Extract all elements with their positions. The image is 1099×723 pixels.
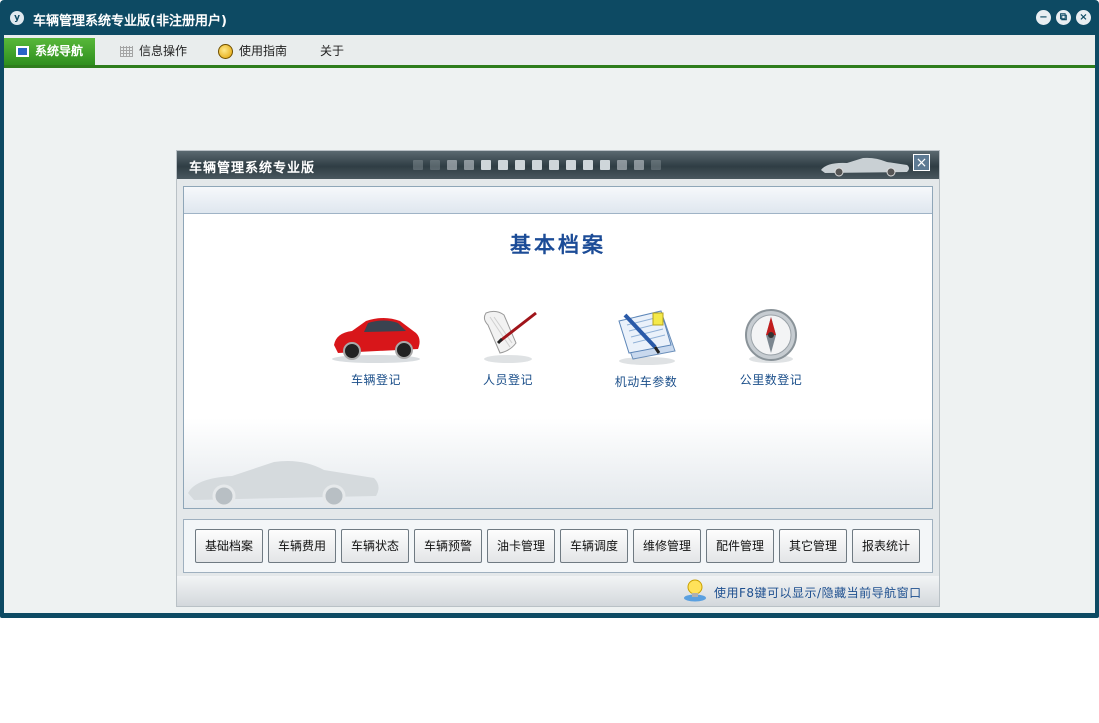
tab-maintenance[interactable]: 维修管理: [633, 529, 701, 563]
tab-reports[interactable]: 报表统计: [852, 529, 920, 563]
menu-item-label: 系统导航: [35, 44, 84, 58]
panel-header[interactable]: 车辆管理系统专业版 ×: [177, 151, 939, 179]
nav-icon-vehicle-parameters[interactable]: 机动车参数: [596, 307, 696, 390]
panel-status-bar: 使用F8键可以显示/隐藏当前导航窗口: [177, 576, 939, 606]
menu-item-user-guide[interactable]: 使用指南: [218, 38, 287, 65]
menu-item-label: 信息操作: [139, 44, 188, 58]
tab-vehicle-status[interactable]: 车辆状态: [341, 529, 409, 563]
category-tabs: 基础档案 车辆费用 车辆状态 车辆预警 油卡管理 车辆调度 维修管理 配件管理 …: [183, 519, 933, 573]
background-car-icon: [188, 461, 379, 508]
panel-title: 车辆管理系统专业版: [189, 161, 316, 176]
panel-close-button[interactable]: ×: [913, 154, 930, 171]
app-logo-icon: y: [10, 11, 24, 25]
compass-icon: [745, 309, 797, 363]
decorative-dots: [413, 160, 661, 170]
navigation-panel: 车辆管理系统专业版 × 基本档案 车辆登记 人员登记 机动车参数 公里数登记 基…: [176, 150, 940, 607]
scroll-pen-icon: [483, 310, 537, 363]
sports-car-icon: [821, 157, 909, 177]
red-car-icon: [332, 318, 420, 363]
content-header-strip: [184, 187, 932, 214]
section-heading: 基本档案: [510, 233, 606, 257]
window-title: 车辆管理系统专业版(非注册用户): [33, 14, 227, 29]
menu-item-info-ops[interactable]: 信息操作: [120, 38, 187, 65]
close-button[interactable]: ×: [1076, 10, 1091, 25]
tab-other[interactable]: 其它管理: [779, 529, 847, 563]
nav-icon-label: 机动车参数: [614, 375, 678, 389]
tab-dispatch[interactable]: 车辆调度: [560, 529, 628, 563]
guide-icon: [218, 44, 233, 59]
nav-icon-personnel-registration[interactable]: 人员登记: [458, 307, 558, 388]
nav-icon-label: 车辆登记: [350, 373, 401, 387]
content-area: 基本档案 车辆登记 人员登记 机动车参数 公里数登记: [183, 186, 933, 509]
document-pen-icon: [618, 310, 676, 365]
tab-basic-records[interactable]: 基础档案: [195, 529, 263, 563]
nav-icon-label: 人员登记: [482, 373, 533, 387]
nav-icon-mileage-registration[interactable]: 公里数登记: [721, 307, 821, 388]
menu-item-label: 关于: [320, 44, 345, 58]
tab-fuel-card[interactable]: 油卡管理: [487, 529, 555, 563]
window-controls: − ⧉ ×: [1036, 10, 1091, 25]
nav-icon-label: 公里数登记: [739, 373, 803, 387]
nav-icon-vehicle-registration[interactable]: 车辆登记: [326, 307, 426, 388]
lightbulb-icon: [684, 579, 706, 602]
tab-parts[interactable]: 配件管理: [706, 529, 774, 563]
status-tip: 使用F8键可以显示/隐藏当前导航窗口: [714, 586, 922, 600]
tab-vehicle-alerts[interactable]: 车辆预警: [414, 529, 482, 563]
tab-vehicle-costs[interactable]: 车辆费用: [268, 529, 336, 563]
restore-button[interactable]: ⧉: [1056, 10, 1071, 25]
menu-item-label: 使用指南: [239, 44, 288, 58]
minimize-button[interactable]: −: [1036, 10, 1051, 25]
menu-item-system-nav[interactable]: 系统导航: [4, 38, 96, 65]
grid-icon: [120, 46, 133, 57]
monitor-icon: [16, 46, 29, 57]
menu-bar: 系统导航 信息操作 使用指南 关于: [4, 35, 1095, 68]
title-bar: y 车辆管理系统专业版(非注册用户) − ⧉ ×: [0, 0, 1099, 35]
menu-item-about[interactable]: 关于: [320, 38, 344, 65]
